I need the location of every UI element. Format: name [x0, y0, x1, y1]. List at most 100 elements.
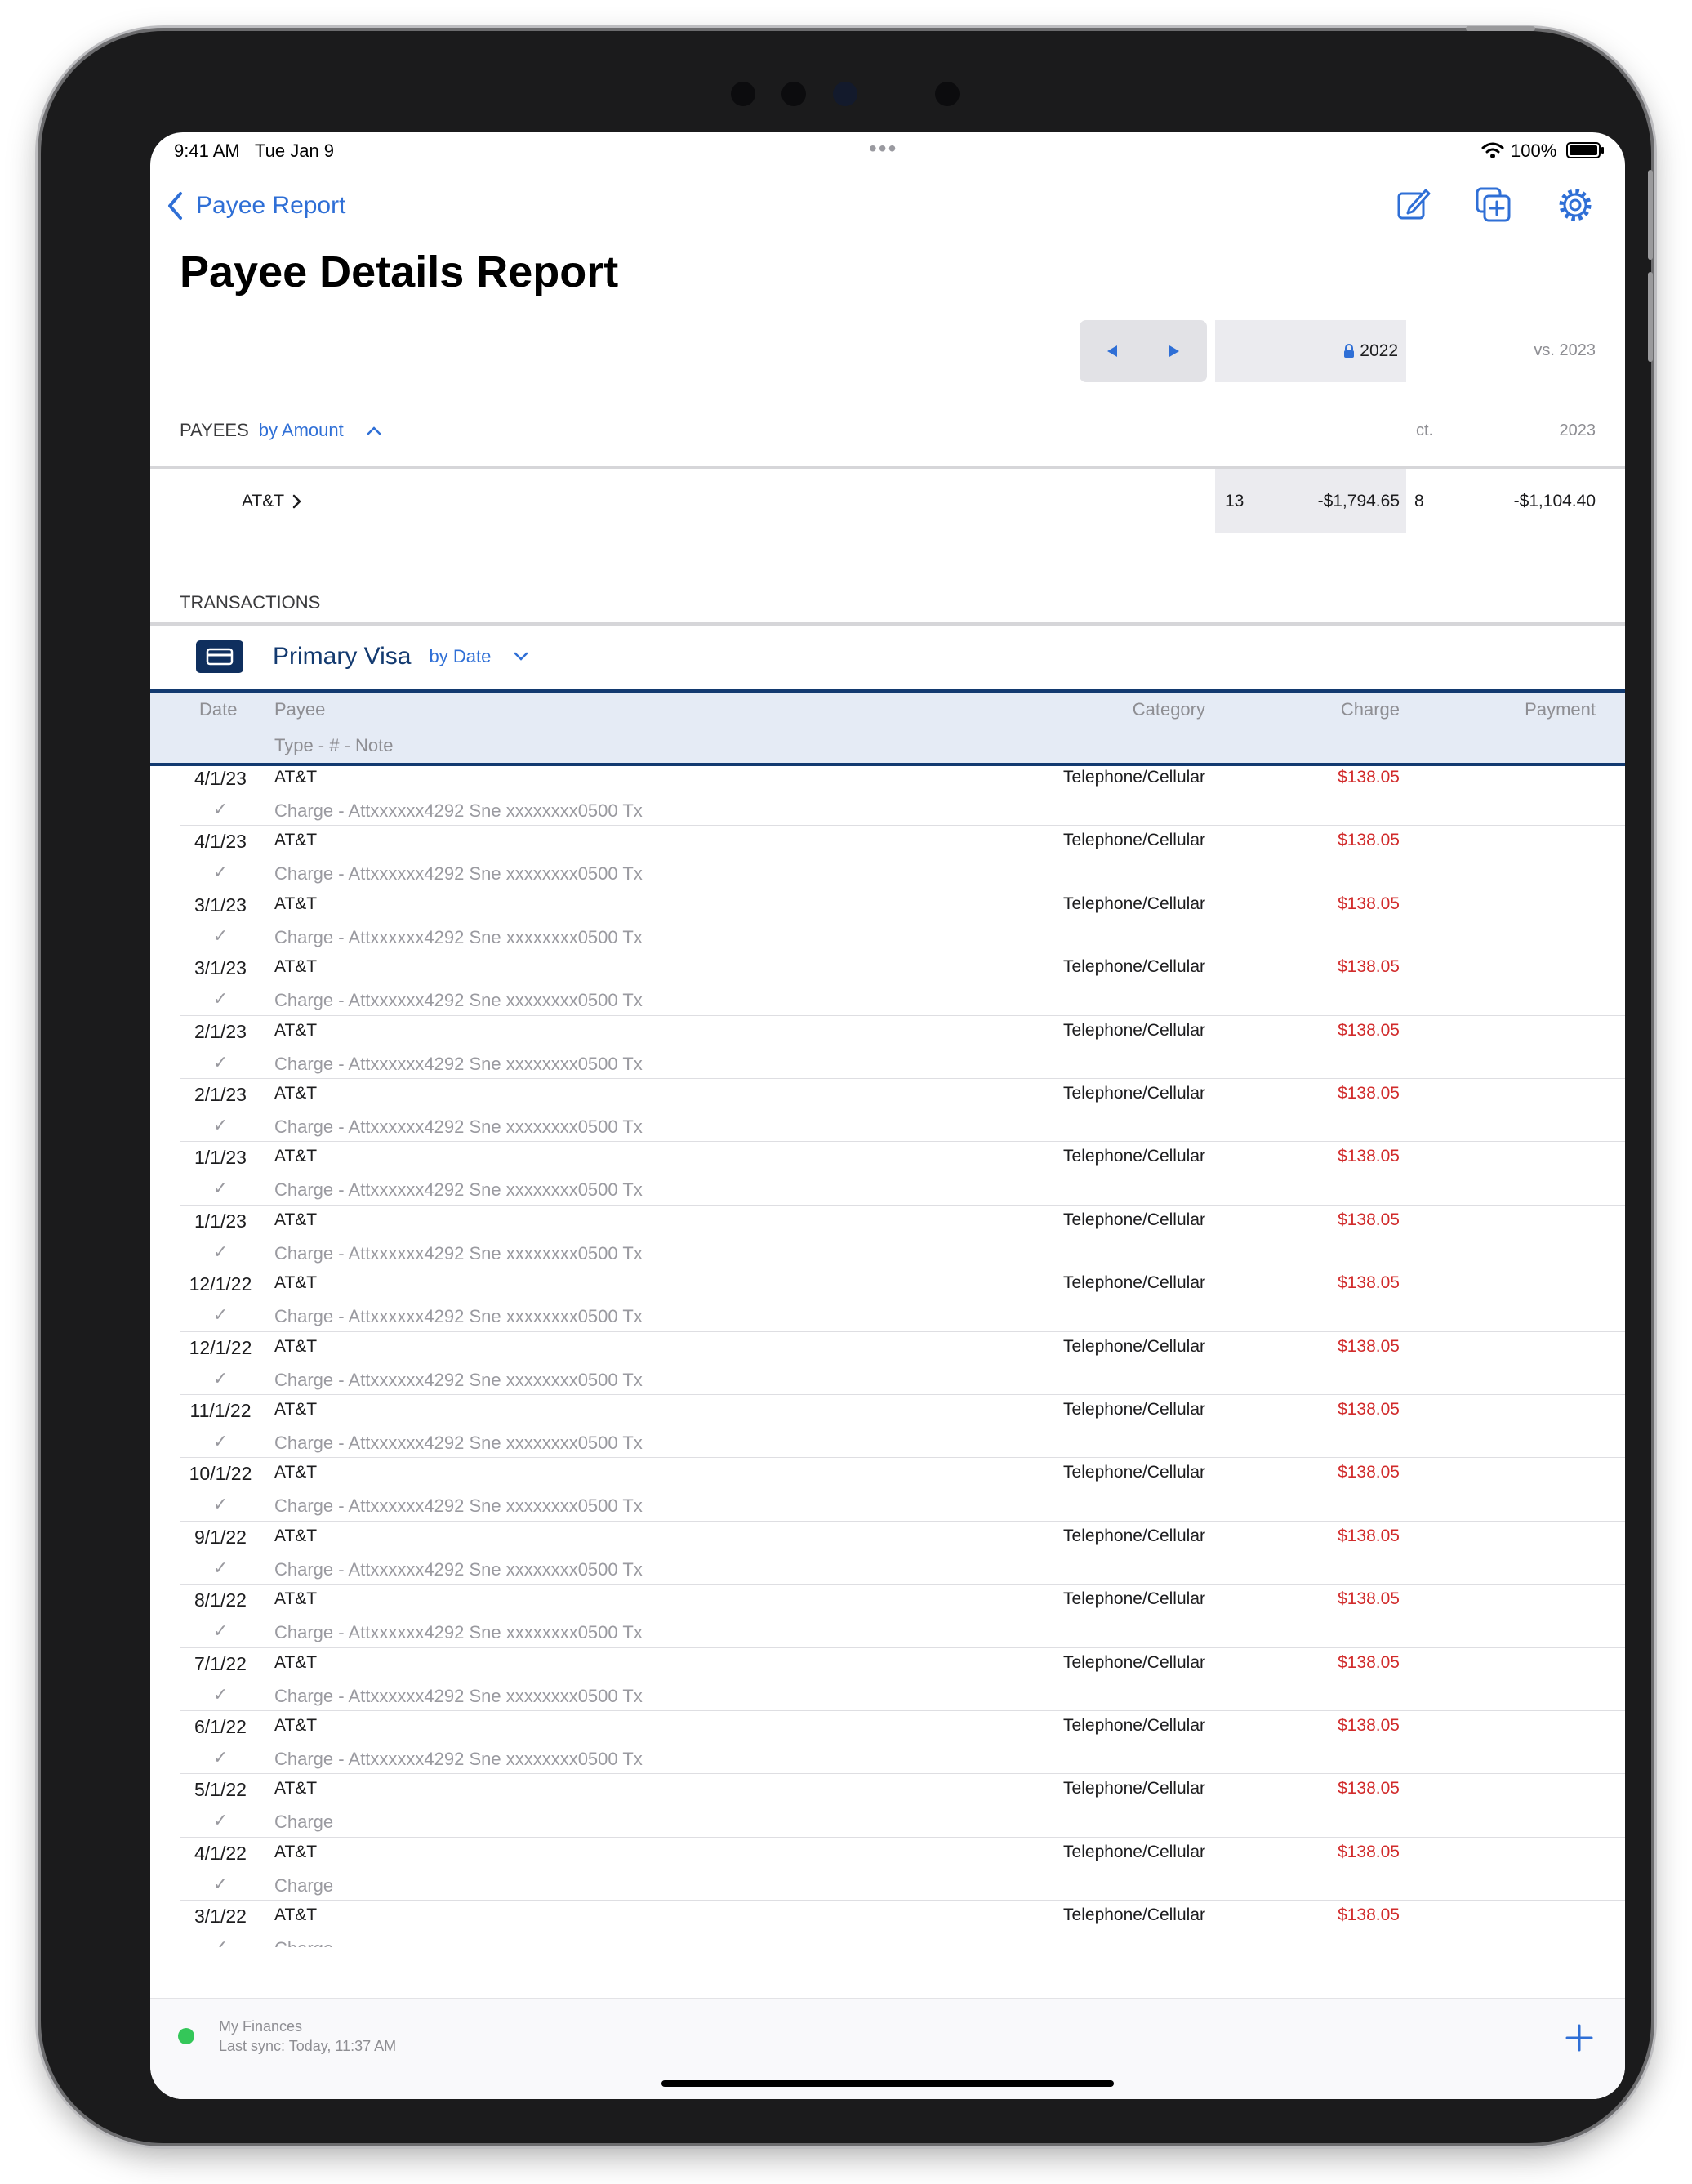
col-header-payment[interactable]: Payment: [1525, 699, 1596, 720]
transaction-row[interactable]: 2/1/23 AT&T Telephone/Cellular $138.05 ✓ Char…: [150, 1079, 1625, 1143]
account-selector[interactable]: Primary Visa by Date: [196, 640, 530, 673]
transaction-date: 4/1/22: [194, 1842, 247, 1864]
transaction-category: Telephone/Cellular: [1063, 1463, 1205, 1482]
cleared-check-icon[interactable]: ✓: [180, 1747, 261, 1768]
transaction-date: 11/1/22: [189, 1400, 252, 1421]
status-date: Tue Jan 9: [255, 140, 335, 161]
transaction-date: 2/1/23: [194, 1084, 247, 1105]
transaction-date: 4/1/23: [194, 768, 247, 789]
transactions-list: 4/1/23 AT&T Telephone/Cellular $138.05 ✓ Char…: [150, 763, 1625, 1947]
transaction-row[interactable]: 7/1/22 AT&T Telephone/Cellular $138.05 ✓ Char…: [150, 1648, 1625, 1711]
transaction-row[interactable]: 4/1/22 AT&T Telephone/Cellular $138.05 ✓ Char…: [150, 1838, 1625, 1901]
transaction-row[interactable]: 5/1/22 AT&T Telephone/Cellular $138.05 ✓ Char…: [150, 1774, 1625, 1838]
payee-name: AT&T: [242, 492, 285, 510]
cleared-check-icon[interactable]: ✓: [180, 988, 261, 1010]
transaction-row[interactable]: 12/1/22 AT&T Telephone/Cellular $138.05 ✓ Cha…: [150, 1268, 1625, 1332]
cleared-check-icon[interactable]: ✓: [180, 1115, 261, 1136]
battery-icon: [1566, 141, 1605, 159]
transaction-payee: AT&T: [274, 1716, 318, 1735]
chevron-up-icon[interactable]: [365, 425, 383, 436]
transaction-note: Charge - Attxxxxxx4292 Sne xxxxxxxx0500 …: [274, 1306, 643, 1327]
cleared-check-icon[interactable]: ✓: [180, 925, 261, 947]
transaction-charge: $138.05: [1338, 1210, 1400, 1229]
cleared-check-icon[interactable]: ✓: [180, 1620, 261, 1642]
transaction-category: Telephone/Cellular: [1063, 1084, 1205, 1103]
account-name: Primary Visa: [273, 643, 412, 670]
transaction-row[interactable]: 3/1/23 AT&T Telephone/Cellular $138.05 ✓ Char…: [150, 952, 1625, 1016]
camera-sensor: [935, 82, 960, 106]
col-header-payee[interactable]: Payee: [274, 699, 325, 720]
transaction-row[interactable]: 12/1/22 AT&T Telephone/Cellular $138.05 ✓ Cha…: [150, 1332, 1625, 1395]
payee-row-link[interactable]: AT&T: [242, 492, 302, 511]
cleared-check-icon[interactable]: ✓: [180, 1684, 261, 1705]
cleared-check-icon[interactable]: ✓: [180, 1874, 261, 1895]
previous-period-icon[interactable]: [1104, 342, 1122, 360]
camera-lens: [833, 82, 857, 106]
cleared-check-icon[interactable]: ✓: [180, 1810, 261, 1831]
transaction-row[interactable]: 6/1/22 AT&T Telephone/Cellular $138.05 ✓ Char…: [150, 1711, 1625, 1775]
transaction-category: Telephone/Cellular: [1063, 1652, 1205, 1672]
cleared-check-icon[interactable]: ✓: [180, 1558, 261, 1579]
transaction-date: 7/1/22: [194, 1652, 247, 1674]
transaction-date: 1/1/23: [194, 1147, 247, 1169]
next-period-icon[interactable]: [1164, 342, 1182, 360]
transaction-row[interactable]: 1/1/23 AT&T Telephone/Cellular $138.05 ✓ Char…: [150, 1142, 1625, 1206]
transaction-row[interactable]: 2/1/23 AT&T Telephone/Cellular $138.05 ✓ Char…: [150, 1016, 1625, 1079]
transaction-note: Charge - Attxxxxxx4292 Sne xxxxxxxx0500 …: [274, 1495, 643, 1517]
add-transaction-icon[interactable]: [1565, 2023, 1594, 2053]
duplicate-icon[interactable]: [1475, 186, 1512, 224]
transactions-sort-button[interactable]: by Date: [429, 646, 491, 667]
cleared-check-icon[interactable]: ✓: [180, 1368, 261, 1389]
transaction-payee: AT&T: [274, 831, 318, 850]
cleared-check-icon[interactable]: ✓: [180, 862, 261, 883]
transaction-row[interactable]: 9/1/22 AT&T Telephone/Cellular $138.05 ✓ Char…: [150, 1522, 1625, 1585]
transaction-charge: $138.05: [1338, 1336, 1400, 1356]
transaction-date: 6/1/22: [194, 1716, 247, 1737]
col-header-charge[interactable]: Charge: [1341, 699, 1400, 720]
file-name: My Finances: [219, 2018, 303, 2035]
transaction-payee: AT&T: [274, 1905, 318, 1925]
year-label: 2022: [1360, 341, 1398, 360]
cleared-check-icon[interactable]: ✓: [180, 1494, 261, 1515]
year-cell[interactable]: 2022: [1215, 320, 1406, 382]
compose-icon[interactable]: [1395, 186, 1431, 222]
gear-icon[interactable]: [1556, 186, 1594, 224]
transaction-row[interactable]: 4/1/23 AT&T Telephone/Cellular $138.05 ✓ Char…: [150, 826, 1625, 889]
lock-icon: [1344, 344, 1355, 358]
period-stepper: [1080, 320, 1207, 382]
cleared-check-icon[interactable]: ✓: [180, 1241, 261, 1263]
payee-row[interactable]: AT&T 13 -$1,794.65 8 -$1,104.40: [150, 469, 1625, 533]
cleared-check-icon[interactable]: ✓: [180, 1052, 261, 1073]
multitasking-dots[interactable]: •••: [869, 136, 897, 162]
compare-year-label[interactable]: vs. 2023: [1534, 341, 1596, 360]
transaction-row[interactable]: 10/1/22 AT&T Telephone/Cellular $138.05 ✓ Cha…: [150, 1458, 1625, 1522]
transaction-row[interactable]: 8/1/22 AT&T Telephone/Cellular $138.05 ✓ Char…: [150, 1585, 1625, 1648]
transaction-date: 9/1/22: [194, 1526, 247, 1548]
transaction-category: Telephone/Cellular: [1063, 1905, 1205, 1925]
cleared-check-icon[interactable]: ✓: [180, 1431, 261, 1452]
cleared-check-icon[interactable]: ✓: [180, 1937, 261, 1947]
transaction-row[interactable]: 4/1/23 AT&T Telephone/Cellular $138.05 ✓ Char…: [150, 763, 1625, 827]
cleared-check-icon[interactable]: ✓: [180, 1304, 261, 1326]
transaction-note: Charge: [274, 1938, 333, 1947]
transaction-payee: AT&T: [274, 1020, 318, 1040]
cleared-check-icon[interactable]: ✓: [180, 799, 261, 820]
transaction-row[interactable]: 1/1/23 AT&T Telephone/Cellular $138.05 ✓ Char…: [150, 1206, 1625, 1269]
transaction-payee: AT&T: [274, 1400, 318, 1419]
chevron-down-icon[interactable]: [512, 651, 530, 662]
volume-button: [1648, 272, 1653, 362]
payee-amount-2022: -$1,794.65: [1317, 492, 1400, 510]
transaction-row[interactable]: 11/1/22 AT&T Telephone/Cellular $138.05 ✓ Cha…: [150, 1395, 1625, 1459]
transaction-payee: AT&T: [274, 1526, 318, 1545]
col-header-category[interactable]: Category: [1133, 699, 1205, 720]
back-button[interactable]: Payee Report: [167, 188, 345, 224]
transaction-note: Charge - Attxxxxxx4292 Sne xxxxxxxx0500 …: [274, 1242, 643, 1264]
payee-count-2022: 13: [1225, 492, 1245, 510]
payees-sort-button[interactable]: by Amount: [259, 420, 344, 441]
col-header-date[interactable]: Date: [199, 699, 237, 720]
transaction-row[interactable]: 3/1/23 AT&T Telephone/Cellular $138.05 ✓ Char…: [150, 889, 1625, 953]
cleared-check-icon[interactable]: ✓: [180, 1178, 261, 1199]
transaction-row[interactable]: 3/1/22 AT&T Telephone/Cellular $138.05 ✓ Char…: [150, 1901, 1625, 1947]
volume-button: [1648, 170, 1653, 260]
transaction-charge: $138.05: [1338, 768, 1400, 787]
